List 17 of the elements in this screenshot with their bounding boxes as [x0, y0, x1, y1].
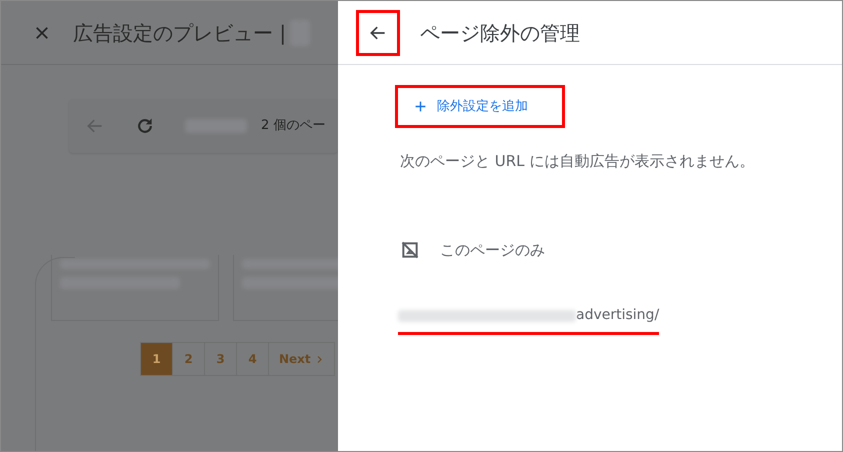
description-text: 次のページと URL には自動広告が表示されません。 — [400, 151, 756, 172]
back-button[interactable] — [356, 10, 400, 56]
page-crossed-icon — [400, 240, 420, 260]
plus-icon — [414, 100, 427, 113]
page-count-text: 2 個のペー — [261, 117, 326, 136]
page-link[interactable]: 4 — [236, 342, 269, 376]
exclusion-url: advertising/ — [398, 305, 660, 335]
chevron-right-icon — [314, 354, 324, 364]
page-title: 広告設定のプレビュー | — [73, 20, 286, 47]
page-link[interactable]: 2 — [172, 342, 205, 376]
page-link[interactable]: Next — [268, 342, 335, 376]
exclusion-label: このページのみ — [440, 240, 545, 260]
page-link[interactable]: 3 — [204, 342, 237, 376]
add-exclusion-button[interactable]: 除外設定を追加 — [395, 85, 565, 128]
panel-title: ページ除外の管理 — [420, 20, 580, 46]
refresh-icon[interactable] — [135, 116, 155, 136]
page-link[interactable]: 1 — [140, 342, 173, 376]
